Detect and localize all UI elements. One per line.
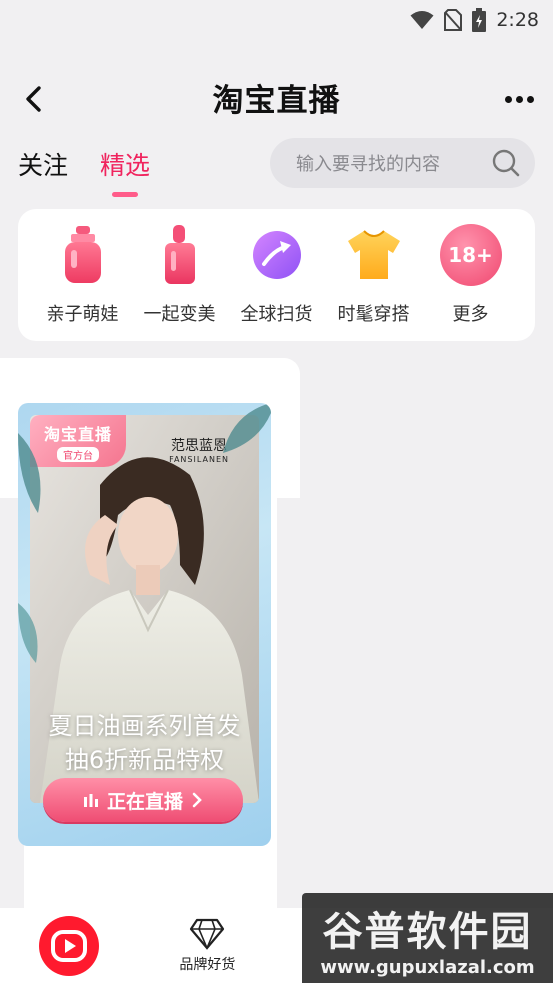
watermark-title: 谷普软件园 xyxy=(322,908,533,955)
nav-item-brand-goods[interactable]: 品牌好货 xyxy=(152,918,262,974)
search-input[interactable]: 输入要寻找的内容 xyxy=(270,138,535,188)
brand-logo: 范思蓝恩 FANSILANEN xyxy=(169,435,229,464)
category-item-global[interactable]: 全球扫货 xyxy=(234,224,320,326)
page-title: 淘宝直播 xyxy=(212,82,341,119)
live-play-icon xyxy=(39,915,100,976)
badge-subtitle: 官方台 xyxy=(57,446,99,462)
live-stream-card[interactable]: 淘宝直播 官方台 范思蓝恩 FANSILANEN 夏日油画系列首发 抽6折新品特… xyxy=(18,403,271,846)
live-now-button[interactable]: 正在直播 xyxy=(43,778,243,822)
tab-featured[interactable]: 精选 xyxy=(100,143,150,189)
category-label: 全球扫货 xyxy=(240,304,313,325)
more-button[interactable] xyxy=(499,84,539,114)
category-item-beauty[interactable]: 一起变美 xyxy=(137,224,223,326)
battery-icon xyxy=(472,8,487,32)
feed-tabs: 关注 精选 xyxy=(18,143,150,203)
status-time: 2:28 xyxy=(496,9,539,31)
title-bar: 淘宝直播 xyxy=(0,62,553,132)
category-panel: 亲子萌娃 一起变美 全球扫货 时髦穿搭 18+ 更多 xyxy=(18,209,535,341)
brand-name-en: FANSILANEN xyxy=(169,455,229,464)
title-line-1: 夏日油画系列首发 xyxy=(48,712,241,740)
category-item-kids[interactable]: 亲子萌娃 xyxy=(40,224,126,326)
category-label: 亲子萌娃 xyxy=(46,304,119,325)
search-placeholder: 输入要寻找的内容 xyxy=(296,154,440,175)
back-button[interactable] xyxy=(18,82,52,116)
globe-arrow-icon xyxy=(246,224,308,286)
category-label: 更多 xyxy=(452,304,489,325)
diamond-icon xyxy=(190,918,225,950)
badge-18-text: 18+ xyxy=(439,224,502,286)
taobao-live-badge: 淘宝直播 官方台 xyxy=(30,415,126,467)
more-dots-icon xyxy=(504,95,512,103)
category-label: 一起变美 xyxy=(143,304,216,325)
back-arrow-icon xyxy=(26,86,41,112)
nav-item-live[interactable] xyxy=(14,915,124,977)
lipstick-icon xyxy=(149,224,211,286)
category-item-fashion[interactable]: 时髦穿搭 xyxy=(331,224,417,326)
title-line-2: 抽6折新品特权 xyxy=(64,746,225,774)
live-now-label: 正在直播 xyxy=(106,790,183,813)
category-label: 时髦穿搭 xyxy=(337,304,410,325)
watermark-overlay: 谷普软件园 www.gupuxlazal.com xyxy=(302,893,553,983)
category-item-more[interactable]: 18+ 更多 xyxy=(428,224,514,326)
badge-title: 淘宝直播 xyxy=(43,424,112,444)
search-icon[interactable] xyxy=(491,148,521,178)
tab-following[interactable]: 关注 xyxy=(18,143,68,189)
status-bar: 2:28 xyxy=(0,0,553,40)
watermark-url: www.gupuxlazal.com xyxy=(320,956,535,978)
live-bars-icon xyxy=(83,794,98,807)
badge-18-icon: 18+ xyxy=(439,224,502,286)
nav-label: 品牌好货 xyxy=(179,956,236,973)
no-sim-icon xyxy=(444,9,463,31)
baby-bottle-icon xyxy=(52,224,114,286)
wifi-icon xyxy=(410,11,434,29)
chevron-right-icon xyxy=(192,792,202,808)
tshirt-icon xyxy=(343,224,405,286)
brand-name-cn: 范思蓝恩 xyxy=(171,438,228,454)
live-card-title: 夏日油画系列首发 抽6折新品特权 xyxy=(18,709,271,777)
